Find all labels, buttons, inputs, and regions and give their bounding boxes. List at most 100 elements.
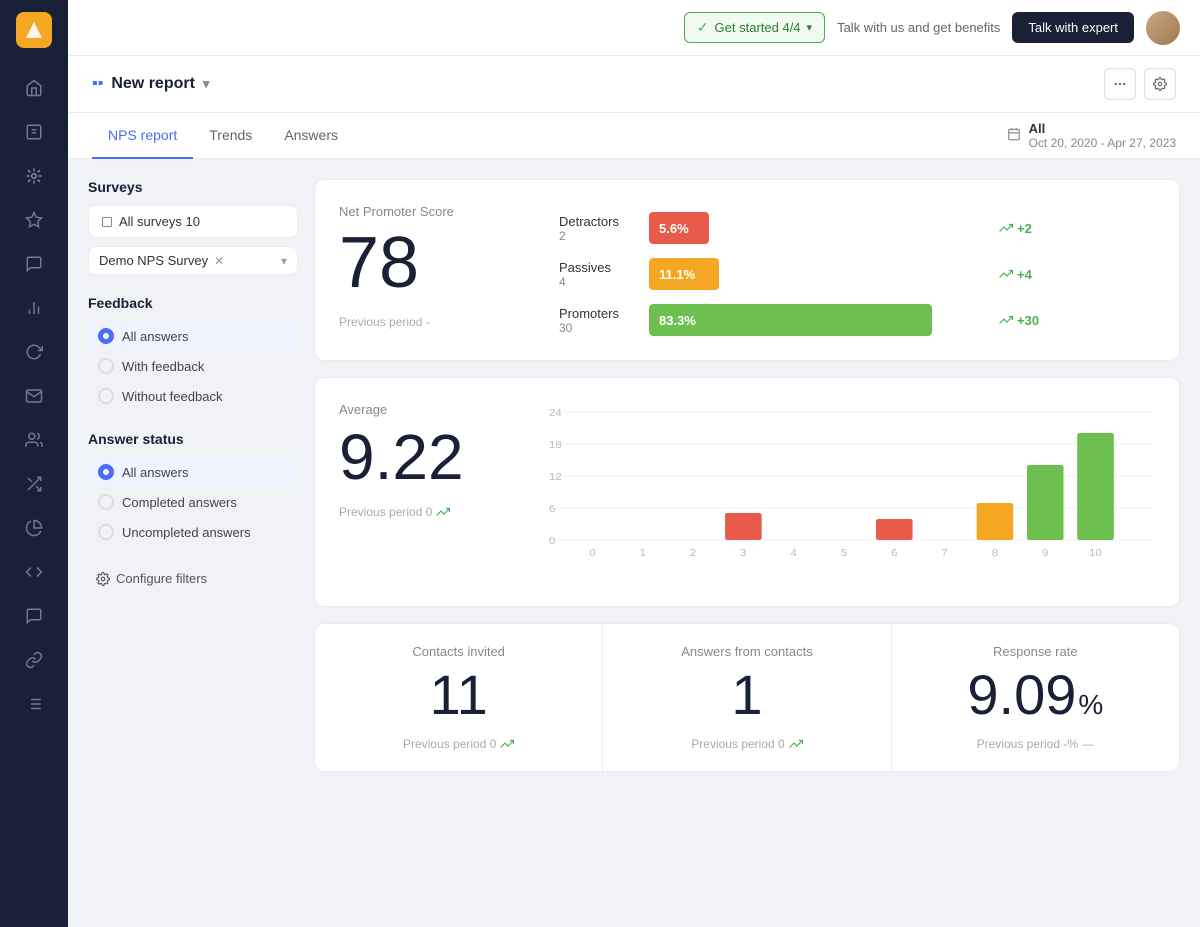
survey-select[interactable]: Demo NPS Survey ✕ ▾ (88, 246, 298, 275)
sidebar-item-shuffle[interactable] (14, 464, 54, 504)
configure-filters-button[interactable]: Configure filters (88, 567, 298, 590)
passives-pct: 11.1% (659, 267, 695, 282)
sidebar-item-feedback2[interactable] (14, 596, 54, 636)
status-completed-label: Completed answers (122, 495, 237, 510)
average-previous: Previous period 0 (339, 505, 519, 519)
feedback-without-feedback[interactable]: Without feedback (88, 381, 298, 411)
stats-panel: Contacts invited 11 Previous period 0 An… (314, 623, 1180, 772)
status-uncompleted-label: Uncompleted answers (122, 525, 251, 540)
surveys-section: Surveys All surveys 10 Demo NPS Survey ✕… (88, 179, 298, 275)
promo-text: Talk with us and get benefits (837, 20, 1000, 35)
get-started-label: Get started 4/4 (715, 20, 801, 35)
report-title[interactable]: ▪▪ New report ▾ (92, 75, 209, 93)
sidebar-item-link[interactable] (14, 640, 54, 680)
sidebar-item-integrations[interactable] (14, 156, 54, 196)
radio-with-feedback (98, 358, 114, 374)
sidebar-item-list[interactable] (14, 684, 54, 724)
sidebar-item-favorites[interactable] (14, 200, 54, 240)
svg-text:1: 1 (640, 548, 646, 559)
svg-text:6: 6 (891, 548, 897, 559)
main-panels: Net Promoter Score 78 Previous period - … (314, 179, 1180, 772)
filters-panel: Surveys All surveys 10 Demo NPS Survey ✕… (88, 179, 298, 772)
radio-status-all (98, 464, 114, 480)
average-left: Average 9.22 Previous period 0 (339, 402, 519, 582)
report-settings-button[interactable] (1144, 68, 1176, 100)
feedback-all-answers[interactable]: All answers (88, 321, 298, 351)
radio-completed (98, 494, 114, 510)
contacts-invited-value: 11 (339, 667, 578, 723)
nps-score: 78 (339, 227, 519, 299)
report-title-icon: ▪▪ (92, 75, 103, 93)
report-settings-extra-button[interactable] (1104, 68, 1136, 100)
date-range-label: All (1029, 121, 1176, 136)
content-area: Surveys All surveys 10 Demo NPS Survey ✕… (68, 159, 1200, 792)
user-avatar[interactable] (1146, 11, 1180, 45)
promoters-trend: +30 (999, 313, 1049, 328)
answers-from-contacts-label: Answers from contacts (627, 644, 866, 659)
promoters-label: Promoters (559, 306, 639, 321)
tab-nps-report[interactable]: NPS report (92, 113, 193, 159)
svg-text:3: 3 (740, 548, 746, 559)
survey-name: Demo NPS Survey (99, 253, 208, 268)
detractors-trend: +2 (999, 221, 1049, 236)
topbar: ✓ Get started 4/4 ▾ Talk with us and get… (68, 0, 1200, 56)
report-actions (1104, 68, 1176, 100)
passives-count: 4 (559, 275, 639, 289)
response-rate-value: 9.09 % (916, 667, 1155, 723)
passives-label-col: Passives 4 (559, 260, 639, 289)
nps-label: Net Promoter Score (339, 204, 519, 219)
answers-from-contacts-stat: Answers from contacts 1 Previous period … (603, 624, 891, 771)
sidebar-item-analytics[interactable] (14, 288, 54, 328)
talk-with-expert-button[interactable]: Talk with expert (1012, 12, 1134, 43)
feedback-with-label: With feedback (122, 359, 204, 374)
response-rate-pct-symbol: % (1078, 691, 1103, 719)
status-all-label: All answers (122, 465, 188, 480)
answers-from-contacts-prev: Previous period 0 (627, 737, 866, 751)
svg-text:24: 24 (549, 408, 562, 419)
configure-filters-label: Configure filters (116, 571, 207, 586)
sidebar-item-pie[interactable] (14, 508, 54, 548)
response-rate-prev: Previous period -% — (916, 737, 1155, 751)
bar-chart-svg: 24 18 12 6 0 0 1 (549, 402, 1155, 562)
answers-from-contacts-value: 1 (627, 667, 866, 723)
close-icon[interactable]: ✕ (214, 254, 224, 268)
sidebar-item-email[interactable] (14, 376, 54, 416)
tab-trends[interactable]: Trends (193, 113, 268, 159)
date-range[interactable]: All Oct 20, 2020 - Apr 27, 2023 (1007, 121, 1176, 150)
sidebar-item-chat[interactable] (14, 244, 54, 284)
promoters-bar-container: 83.3% (649, 304, 989, 336)
tab-answers[interactable]: Answers (268, 113, 354, 159)
sidebar-item-code[interactable] (14, 552, 54, 592)
surveys-title: Surveys (88, 179, 298, 195)
response-rate-label: Response rate (916, 644, 1155, 659)
sidebar-item-refresh[interactable] (14, 332, 54, 372)
status-uncompleted[interactable]: Uncompleted answers (88, 517, 298, 547)
chevron-down-icon: ▾ (807, 21, 813, 34)
radio-all-answers (98, 328, 114, 344)
svg-text:0: 0 (589, 548, 595, 559)
sidebar (0, 0, 68, 927)
average-chart: 24 18 12 6 0 0 1 (549, 402, 1155, 582)
get-started-button[interactable]: ✓ Get started 4/4 ▾ (684, 12, 825, 43)
report-header: ▪▪ New report ▾ (68, 56, 1200, 113)
status-completed[interactable]: Completed answers (88, 487, 298, 517)
nps-previous: Previous period - (339, 315, 519, 329)
detractors-row: Detractors 2 5.6% +2 (559, 212, 1155, 244)
all-surveys-tag: All surveys 10 (88, 205, 298, 238)
feedback-with-feedback[interactable]: With feedback (88, 351, 298, 381)
status-all-answers[interactable]: All answers (88, 457, 298, 487)
report-title-text: New report (111, 75, 195, 93)
sidebar-item-users[interactable] (14, 420, 54, 460)
answer-status-section: Answer status All answers Completed answ… (88, 431, 298, 547)
sidebar-item-surveys[interactable] (14, 112, 54, 152)
feedback-title: Feedback (88, 295, 298, 311)
passives-bar: 11.1% (649, 258, 719, 290)
detractors-bar: 5.6% (649, 212, 709, 244)
promoters-bar: 83.3% (649, 304, 932, 336)
sidebar-item-home[interactable] (14, 68, 54, 108)
svg-text:9: 9 (1042, 548, 1048, 559)
promoters-count: 30 (559, 321, 639, 335)
svg-text:4: 4 (791, 548, 797, 559)
promoters-row: Promoters 30 83.3% +30 (559, 304, 1155, 336)
detractors-label-col: Detractors 2 (559, 214, 639, 243)
